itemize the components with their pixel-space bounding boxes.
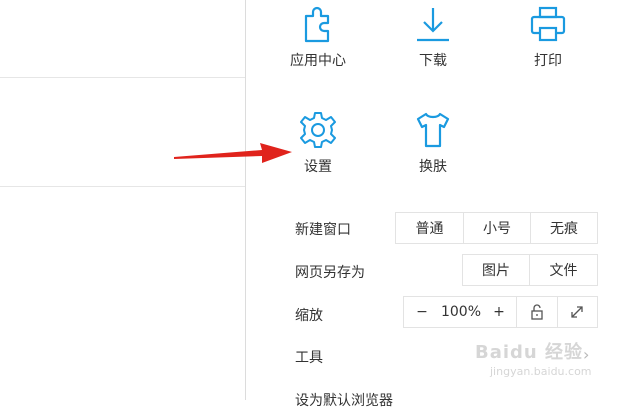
save-page-as-label: 网页另存为 [295,265,365,281]
zoom-out-button[interactable]: − [404,297,440,327]
tshirt-icon [416,112,450,148]
download-button[interactable]: 下载 [388,4,478,89]
new-window-options: 普通 小号 无痕 [395,212,598,244]
app-center-button[interactable]: 应用中心 [273,4,363,89]
app-center-label: 应用中心 [290,53,346,69]
download-label: 下载 [419,53,447,69]
new-window-small-button[interactable]: 小号 [463,213,530,243]
red-arrow-annotation [174,143,292,163]
baidu-watermark: Baidu 经验 [475,342,584,363]
new-window-incognito-button[interactable]: 无痕 [530,213,597,243]
tools-menu-item[interactable]: 工具 [295,347,323,367]
divider [0,77,245,78]
zoom-lock-button[interactable] [516,297,557,327]
skin-button[interactable]: 换肤 [388,110,478,195]
puzzle-icon [304,6,330,43]
zoom-controls: − 100% + [403,296,598,328]
printer-icon [530,6,566,42]
unlock-icon [531,304,543,320]
gear-icon [300,112,336,148]
print-label: 打印 [534,53,562,69]
download-icon [417,8,449,42]
fullscreen-button[interactable] [557,297,596,327]
save-as-file-button[interactable]: 文件 [529,255,597,285]
zoom-label: 缩放 [295,308,323,324]
zoom-in-button[interactable]: + [482,297,516,327]
browser-content-pane [0,0,245,400]
expand-icon [571,306,583,318]
skin-label: 换肤 [419,159,447,175]
save-as-options: 图片 文件 [462,254,598,286]
divider [0,186,245,187]
save-as-image-button[interactable]: 图片 [463,255,529,285]
new-window-label: 新建窗口 [295,222,351,238]
zoom-value: 100% [440,304,482,320]
print-button[interactable]: 打印 [503,4,593,89]
new-window-normal-button[interactable]: 普通 [396,213,463,243]
chevron-right-icon: › [583,345,590,364]
watermark-url: jingyan.baidu.com [490,365,592,378]
set-default-browser-item[interactable]: 设为默认浏览器 [295,390,393,410]
